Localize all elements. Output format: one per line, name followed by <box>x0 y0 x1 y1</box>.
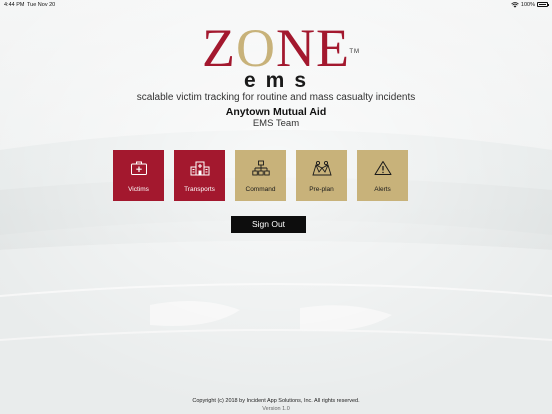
status-bar: 4:44 PM Tue Nov 20 100% <box>0 0 552 10</box>
battery-percent: 100% <box>520 1 535 8</box>
logo-zone-wordmark: ZONE TM <box>202 21 359 75</box>
status-time: 4:44 PM <box>4 2 25 8</box>
transports-label: Transports <box>184 186 215 193</box>
battery-icon <box>537 2 549 7</box>
logo-letters-ne: NE <box>276 18 350 78</box>
organization-name: Anytown Mutual Aid <box>225 106 327 118</box>
status-date: Tue Nov 20 <box>27 2 56 8</box>
logo-letter-z: Z <box>202 18 236 78</box>
copyright-text: Copyright (c) 2018 by Incident App Solut… <box>192 398 360 404</box>
first-aid-kit-icon <box>113 160 164 176</box>
sign-out-button[interactable]: Sign Out <box>231 216 306 233</box>
victims-label: Victims <box>128 186 149 193</box>
hospital-icon <box>174 160 225 176</box>
transports-button[interactable]: Transports <box>174 150 225 201</box>
pre-plan-button[interactable]: Pre-plan <box>296 150 347 201</box>
team-name: EMS Team <box>252 118 300 129</box>
alerts-label: Alerts <box>374 186 391 193</box>
main-menu-tiles: Victims Transports Command Pre-plan Aler… <box>113 150 408 201</box>
plan-map-icon <box>296 160 347 177</box>
warning-icon <box>357 160 408 176</box>
status-right: 100% <box>511 1 549 8</box>
tagline: scalable victim tracking for routine and… <box>136 92 416 103</box>
logo-letter-o: O <box>236 18 276 78</box>
pre-plan-label: Pre-plan <box>309 186 334 193</box>
wifi-icon <box>511 1 519 8</box>
alerts-button[interactable]: Alerts <box>357 150 408 201</box>
command-button[interactable]: Command <box>235 150 286 201</box>
version-text: Version 1.0 <box>262 406 290 412</box>
logo-trademark: TM <box>349 49 360 55</box>
victims-button[interactable]: Victims <box>113 150 164 201</box>
org-chart-icon <box>235 160 286 176</box>
command-label: Command <box>245 186 276 193</box>
zone-ems-logo: ZONE TM ems <box>0 21 552 91</box>
